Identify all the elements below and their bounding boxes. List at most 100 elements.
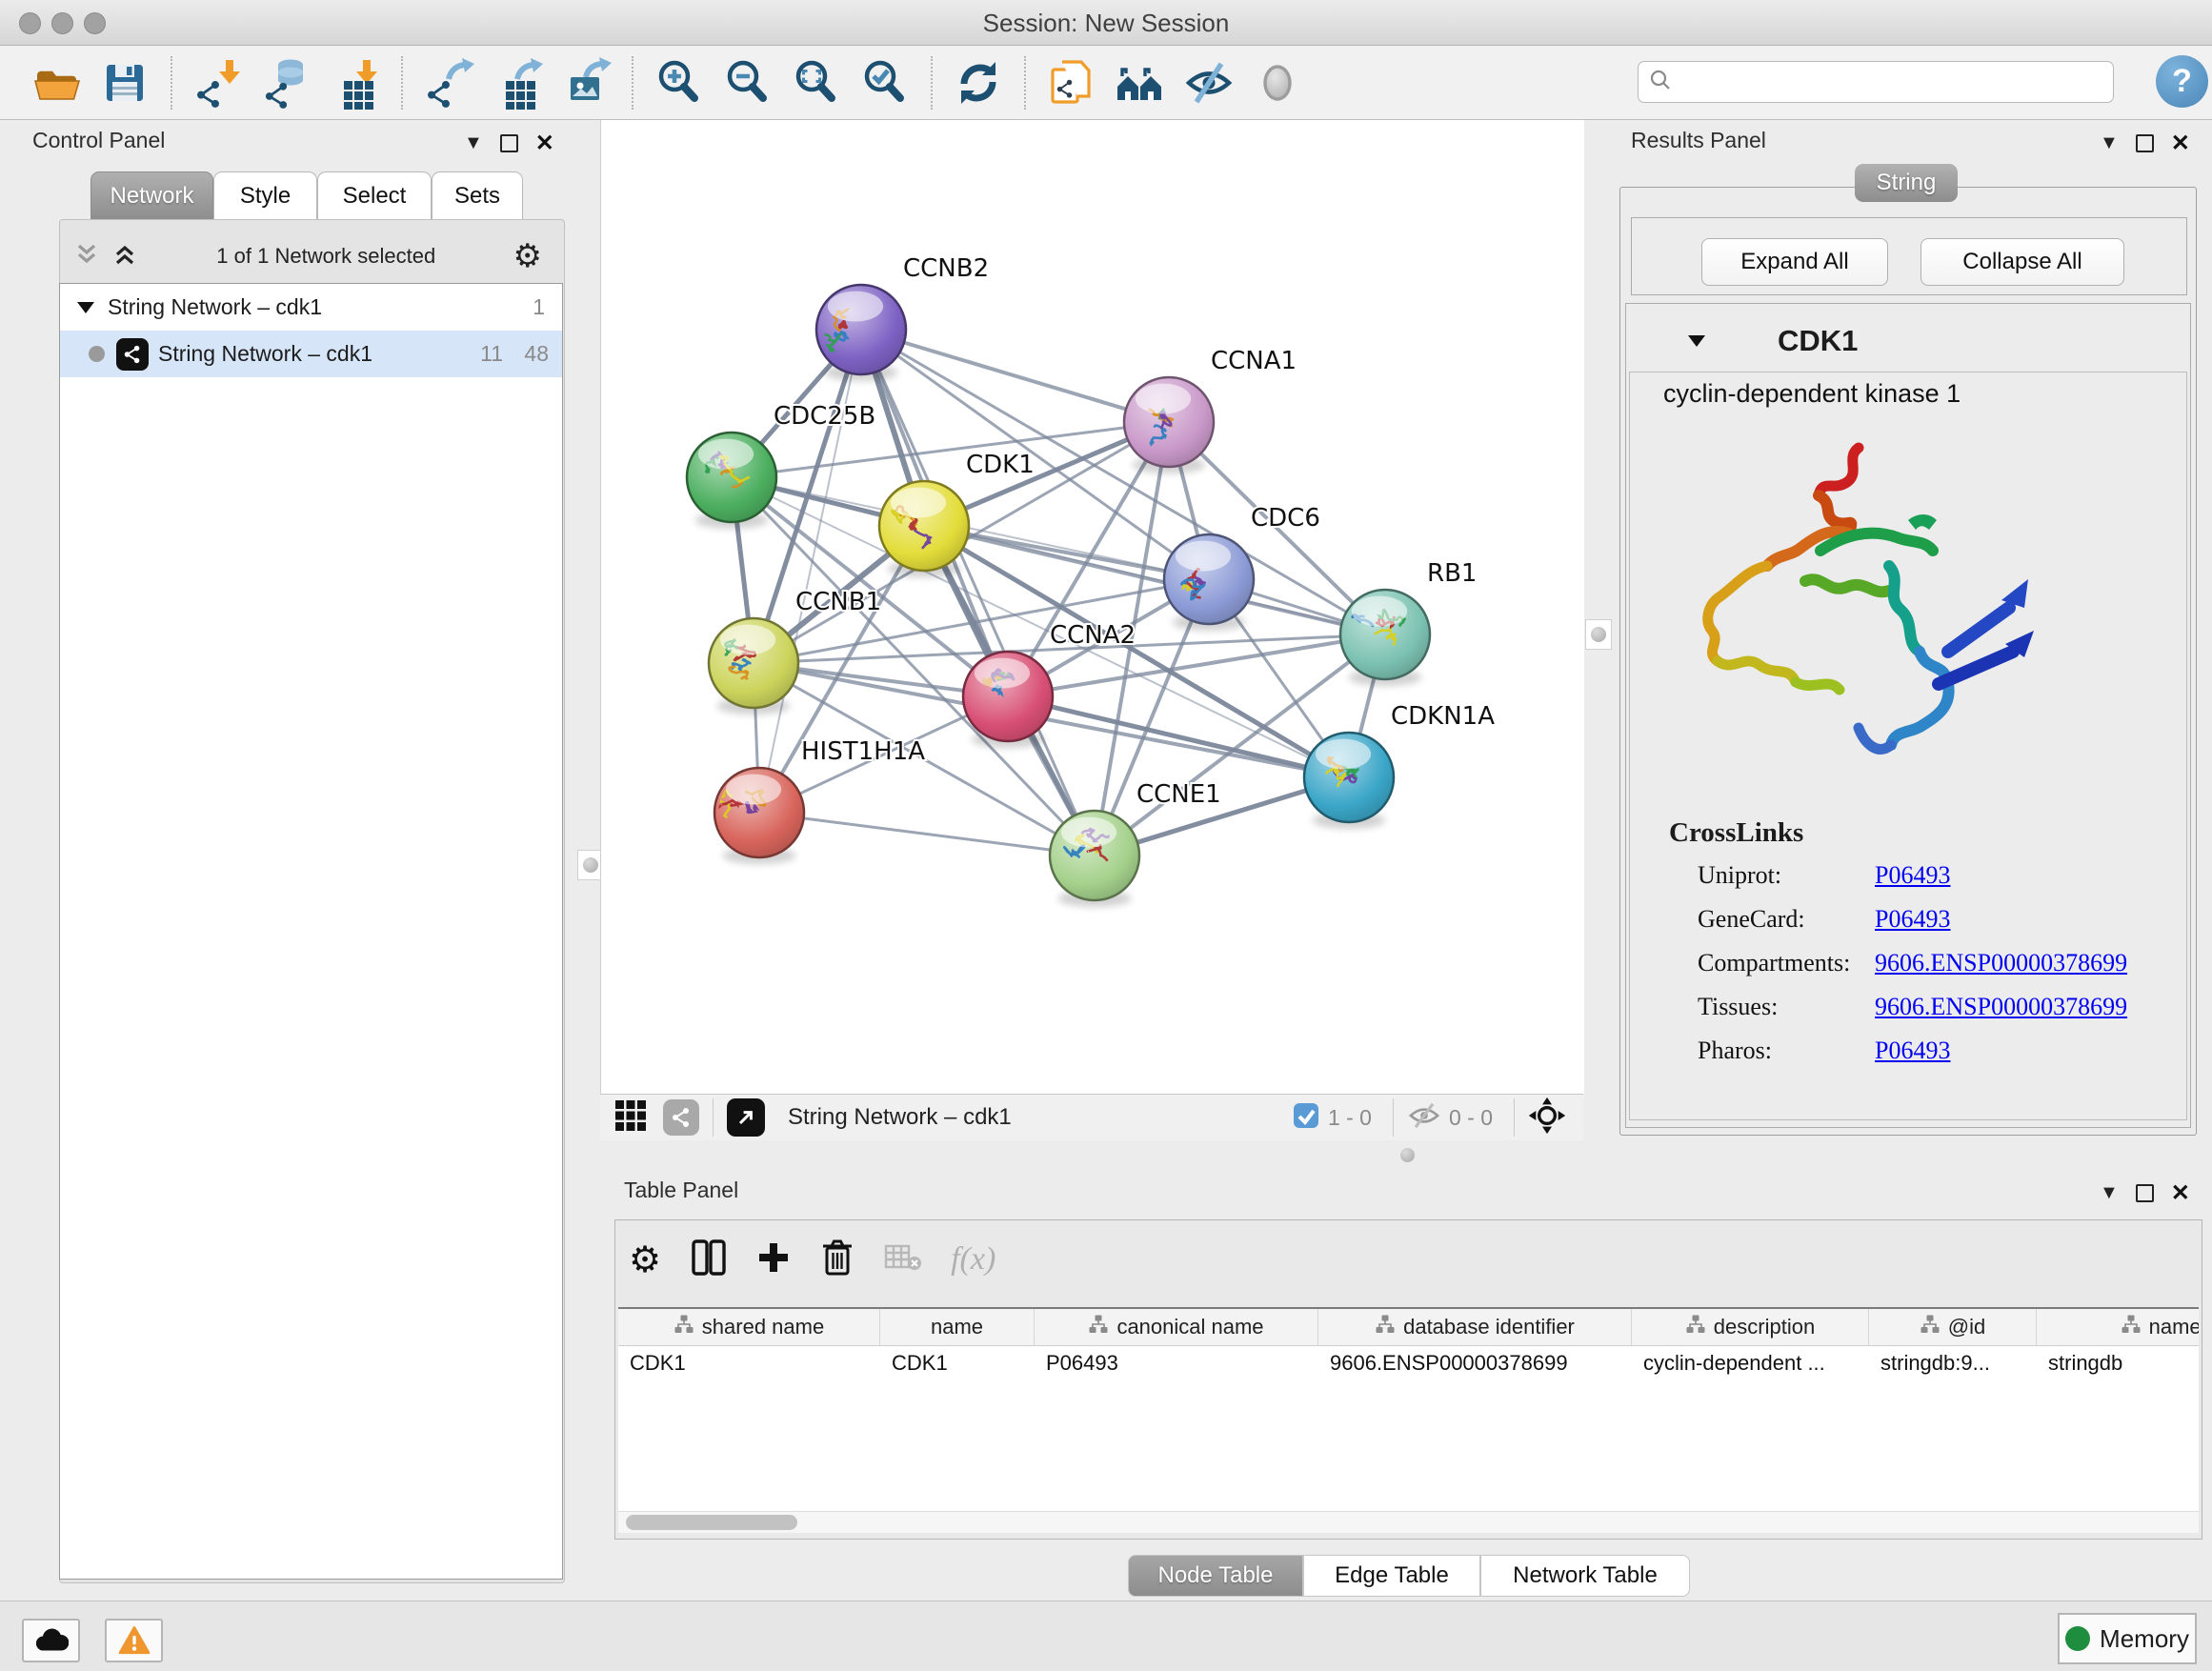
show-columns-icon[interactable]: [690, 1238, 728, 1282]
import-table-from-file-icon[interactable]: [328, 55, 383, 111]
save-session-icon[interactable]: [97, 55, 152, 111]
crosslink-label: Pharos:: [1698, 1037, 1875, 1065]
tab-style[interactable]: Style: [213, 171, 317, 219]
horizontal-scrollbar[interactable]: [618, 1511, 2199, 1533]
toolbar-separator: [401, 56, 403, 110]
cell[interactable]: P06493: [1035, 1351, 1318, 1376]
network-collection-row[interactable]: String Network – cdk1 1: [60, 284, 562, 331]
tab-select[interactable]: Select: [317, 171, 432, 219]
warning-button[interactable]: [105, 1619, 163, 1662]
export-image-icon[interactable]: [558, 55, 613, 111]
expand-all-button[interactable]: Expand All: [1701, 238, 1888, 286]
zoom-fit-content-icon[interactable]: [789, 55, 844, 111]
crosslink-value-link[interactable]: P06493: [1875, 861, 1950, 890]
tab-node-table[interactable]: Node Table: [1128, 1555, 1303, 1597]
export-network-icon[interactable]: [421, 55, 476, 111]
cloud-icon: [34, 1628, 69, 1653]
add-column-icon[interactable]: [756, 1240, 791, 1279]
column-header-database-identifier[interactable]: database identifier: [1318, 1309, 1632, 1345]
birds-eye-view-icon[interactable]: [1528, 1097, 1566, 1139]
cell[interactable]: cyclin-dependent ...: [1632, 1351, 1869, 1376]
table-row[interactable]: CDK1CDK1P064939606.ENSP00000378699cyclin…: [618, 1346, 2199, 1380]
panel-close-icon[interactable]: ✕: [2171, 130, 2190, 157]
open-in-window-icon[interactable]: [727, 1098, 765, 1137]
panel-float-icon[interactable]: [2136, 1184, 2154, 1202]
edge-CCNB2-CCNA1[interactable]: [861, 330, 1169, 422]
column-header-description[interactable]: description: [1632, 1309, 1869, 1345]
zoom-in-icon[interactable]: [652, 55, 707, 111]
panel-close-icon[interactable]: ✕: [535, 130, 554, 157]
crosslink-value-link[interactable]: P06493: [1875, 1037, 1950, 1065]
bottom-splitter-handle[interactable]: [1400, 1148, 1415, 1162]
search-box[interactable]: [1638, 61, 2114, 103]
grid-view-icon[interactable]: [613, 1098, 648, 1137]
delete-table-icon: [884, 1242, 922, 1278]
zoom-out-icon[interactable]: [720, 55, 775, 111]
edge-CCNA2-CDKN1A[interactable]: [1008, 696, 1349, 777]
edge-CCNE1-HIST1H1A[interactable]: [759, 813, 1095, 856]
table-settings-gear-icon[interactable]: ⚙: [629, 1238, 661, 1281]
hide-selection-icon[interactable]: [1181, 55, 1237, 111]
cell[interactable]: CDK1: [880, 1351, 1035, 1376]
network-row-selected[interactable]: String Network – cdk1 11 48: [60, 331, 562, 377]
new-network-from-selection-icon[interactable]: [1044, 55, 1099, 111]
panel-menu-icon[interactable]: ▼: [2100, 1182, 2119, 1204]
cell[interactable]: stringdb: [2037, 1351, 2199, 1376]
crosslink-value-link[interactable]: P06493: [1875, 905, 1950, 934]
open-session-icon[interactable]: [29, 55, 84, 111]
gear-icon[interactable]: ⚙: [513, 237, 542, 275]
panel-close-icon[interactable]: ✕: [2171, 1179, 2190, 1207]
import-network-from-database-icon[interactable]: [259, 55, 314, 111]
column-header--id[interactable]: @id: [1869, 1309, 2037, 1345]
edge-CCNB2-CCNE1[interactable]: [861, 330, 1095, 856]
search-input[interactable]: [1680, 69, 2103, 95]
crosslink-value-link[interactable]: 9606.ENSP00000378699: [1875, 993, 2127, 1021]
help-button[interactable]: ?: [2156, 55, 2208, 108]
panel-menu-icon[interactable]: ▼: [464, 132, 483, 154]
scrollbar-thumb[interactable]: [626, 1515, 797, 1530]
collapse-all-button[interactable]: Collapse All: [1920, 238, 2124, 286]
tab-network[interactable]: Network: [90, 171, 213, 219]
cell[interactable]: CDK1: [618, 1351, 880, 1376]
zoom-selected-icon[interactable]: [857, 55, 913, 111]
shared-column-icon: [674, 1314, 694, 1340]
tab-sets[interactable]: Sets: [432, 171, 523, 219]
tab-string[interactable]: String: [1855, 164, 1958, 202]
cloud-button[interactable]: [22, 1619, 80, 1662]
divider: [713, 1098, 714, 1137]
cell[interactable]: 9606.ENSP00000378699: [1318, 1351, 1632, 1376]
table-panel-buttons: ▼ ✕: [2100, 1179, 2190, 1207]
collapse-all-icon[interactable]: [72, 240, 101, 273]
chevron-down-icon[interactable]: [77, 302, 94, 313]
right-splitter-handle[interactable]: [1585, 619, 1612, 650]
delete-column-trash-icon[interactable]: [819, 1238, 855, 1282]
string-view-icon[interactable]: [663, 1099, 699, 1136]
network-list-toolbar: 1 of 1 Network selected ⚙: [67, 232, 555, 280]
column-header-canonical-name[interactable]: canonical name: [1035, 1309, 1318, 1345]
panel-menu-icon[interactable]: ▼: [2100, 132, 2119, 154]
tab-network-table[interactable]: Network Table: [1480, 1555, 1690, 1597]
column-header-name[interactable]: name: [880, 1309, 1035, 1345]
export-table-icon[interactable]: [490, 55, 545, 111]
import-network-from-file-icon[interactable]: [191, 55, 246, 111]
divider: [1514, 1098, 1515, 1137]
edge-CCNB2-RB1[interactable]: [861, 330, 1385, 634]
column-header-shared-name[interactable]: shared name: [618, 1309, 880, 1345]
chevron-down-icon[interactable]: [1688, 335, 1705, 347]
first-neighbors-icon[interactable]: [1113, 55, 1168, 111]
hidden-eye-icon[interactable]: [1407, 1101, 1441, 1135]
memory-button[interactable]: Memory: [2058, 1613, 2197, 1664]
column-header-namespace[interactable]: namespace: [2037, 1309, 2199, 1345]
toolbar-separator: [632, 56, 633, 110]
selected-checkbox-icon[interactable]: [1292, 1101, 1320, 1135]
crosslink-value-link[interactable]: 9606.ENSP00000378699: [1875, 949, 2127, 977]
refresh-view-icon[interactable]: [951, 55, 1006, 111]
tab-edge-table[interactable]: Edge Table: [1303, 1555, 1480, 1597]
cell[interactable]: stringdb:9...: [1869, 1351, 2037, 1376]
gene-section-header[interactable]: CDK1: [1625, 316, 2189, 366]
panel-float-icon[interactable]: [500, 134, 518, 152]
panel-float-icon[interactable]: [2136, 134, 2154, 152]
network-canvas[interactable]: CCNB2CCNA1CDC25BCDK1CDC6RB1CCNB1CCNA2CDK…: [600, 120, 1584, 1094]
show-all-icon[interactable]: [1250, 55, 1305, 111]
expand-all-icon[interactable]: [111, 240, 139, 273]
